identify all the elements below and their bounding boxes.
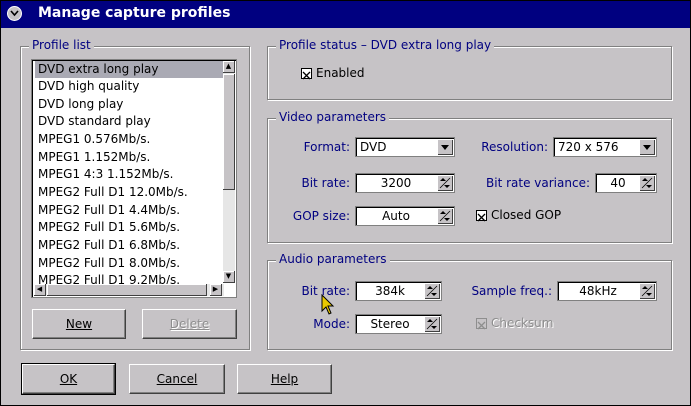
mode-label: Mode: xyxy=(313,317,350,331)
enabled-label: Enabled xyxy=(316,66,365,80)
video-bitrate-label: Bit rate: xyxy=(301,176,350,190)
list-item[interactable]: MPEG1 1.152Mb/s. xyxy=(38,149,224,166)
resolution-value: 720 x 576 xyxy=(558,140,619,154)
list-item[interactable]: DVD extra long play xyxy=(35,61,225,78)
list-item[interactable]: MPEG1 4:3 1.152Mb/s. xyxy=(38,166,224,183)
format-label: Format: xyxy=(303,140,350,154)
mode-spinner[interactable]: Stereo xyxy=(355,314,442,334)
enabled-checkbox[interactable] xyxy=(301,68,312,80)
gop-size-label: GOP size: xyxy=(292,209,350,223)
list-item[interactable]: MPEG2 Full D1 4.4Mb/s. xyxy=(38,202,224,219)
list-item[interactable]: MPEG2 Full D1 12.0Mb/s. xyxy=(38,184,224,201)
spin-arrows-icon[interactable] xyxy=(424,283,440,299)
chevron-down-icon[interactable] xyxy=(639,139,655,155)
closed-gop-checkbox[interactable] xyxy=(476,210,487,222)
scroll-down-icon[interactable]: ▼ xyxy=(223,271,235,283)
format-value: DVD xyxy=(360,140,387,154)
list-item[interactable]: DVD high quality xyxy=(38,78,224,95)
dialog-window: Manage capture profiles Profile list DVD… xyxy=(0,0,691,406)
list-item[interactable]: DVD standard play xyxy=(38,113,224,130)
title-bar[interactable]: Manage capture profiles xyxy=(1,1,690,28)
sample-freq-label: Sample freq.: xyxy=(471,284,552,298)
scroll-left-icon[interactable]: ◀ xyxy=(34,284,46,296)
window-title: Manage capture profiles xyxy=(38,5,231,21)
list-item[interactable]: MPEG2 Full D1 5.6Mb/s. xyxy=(38,219,224,236)
bitrate-variance-value: 40 xyxy=(610,176,626,190)
list-item[interactable]: MPEG2 Full D1 8.0Mb/s. xyxy=(38,255,224,272)
audio-parameters-legend: Audio parameters xyxy=(276,252,390,266)
sample-freq-value: 48kHz xyxy=(579,284,617,298)
list-item[interactable]: DVD long play xyxy=(38,96,224,113)
hscroll-thumb[interactable] xyxy=(47,284,207,296)
profile-status-legend: Profile status – DVD extra long play xyxy=(276,38,495,52)
scroll-thumb[interactable] xyxy=(223,74,235,190)
scroll-up-icon[interactable]: ▲ xyxy=(223,61,235,73)
profile-list-legend: Profile list xyxy=(29,38,94,52)
profile-listbox[interactable]: DVD extra long play DVD high quality DVD… xyxy=(31,59,237,298)
delete-profile-button[interactable]: Delete xyxy=(142,309,237,339)
new-profile-button[interactable]: New xyxy=(32,309,126,339)
spin-arrows-icon[interactable] xyxy=(639,283,655,299)
help-button-label: Help xyxy=(270,372,299,386)
help-button[interactable]: Help xyxy=(237,364,332,394)
spin-arrows-icon[interactable] xyxy=(437,208,453,224)
chevron-down-icon[interactable] xyxy=(437,139,453,155)
bitrate-variance-spinner[interactable]: 40 xyxy=(595,173,657,193)
resolution-label: Resolution: xyxy=(481,140,548,154)
ok-button[interactable]: OK xyxy=(21,363,116,395)
cancel-button-label: Cancel xyxy=(156,372,198,386)
list-item[interactable]: MPEG1 0.576Mb/s. xyxy=(38,131,224,148)
sample-freq-spinner[interactable]: 48kHz xyxy=(557,281,657,301)
mode-value: Stereo xyxy=(370,317,410,331)
delete-button-label: Delete xyxy=(169,317,210,331)
spin-arrows-icon[interactable] xyxy=(437,175,453,191)
list-item[interactable]: MPEG2 Full D1 6.8Mb/s. xyxy=(38,237,224,254)
audio-bitrate-spinner[interactable]: 384k xyxy=(355,281,442,301)
mouse-pointer-icon xyxy=(321,294,335,315)
spin-arrows-icon[interactable] xyxy=(424,316,440,332)
resolution-select[interactable]: 720 x 576 xyxy=(553,137,657,157)
video-bitrate-spinner[interactable]: 3200 xyxy=(355,173,455,193)
video-bitrate-value: 3200 xyxy=(380,176,412,190)
gop-size-spinner[interactable]: Auto xyxy=(355,206,455,226)
horizontal-scrollbar[interactable]: ◀ ▶ xyxy=(34,284,224,296)
vertical-scrollbar[interactable]: ▲ ▼ xyxy=(223,61,235,283)
gop-size-value: Auto xyxy=(382,209,410,223)
bitrate-variance-label: Bit rate variance: xyxy=(486,176,590,190)
cancel-button[interactable]: Cancel xyxy=(129,364,225,394)
video-parameters-legend: Video parameters xyxy=(276,110,390,124)
audio-bitrate-value: 384k xyxy=(375,284,405,298)
ok-button-label: OK xyxy=(59,372,78,386)
scroll-right-icon[interactable]: ▶ xyxy=(210,284,222,296)
spin-arrows-icon[interactable] xyxy=(639,175,655,191)
new-button-label: New xyxy=(65,317,93,331)
closed-gop-label: Closed GOP xyxy=(491,208,562,222)
checksum-label: Checksum xyxy=(491,316,554,330)
format-select[interactable]: DVD xyxy=(355,137,455,157)
checksum-checkbox[interactable] xyxy=(476,318,487,330)
window-menu-icon[interactable] xyxy=(7,6,22,21)
